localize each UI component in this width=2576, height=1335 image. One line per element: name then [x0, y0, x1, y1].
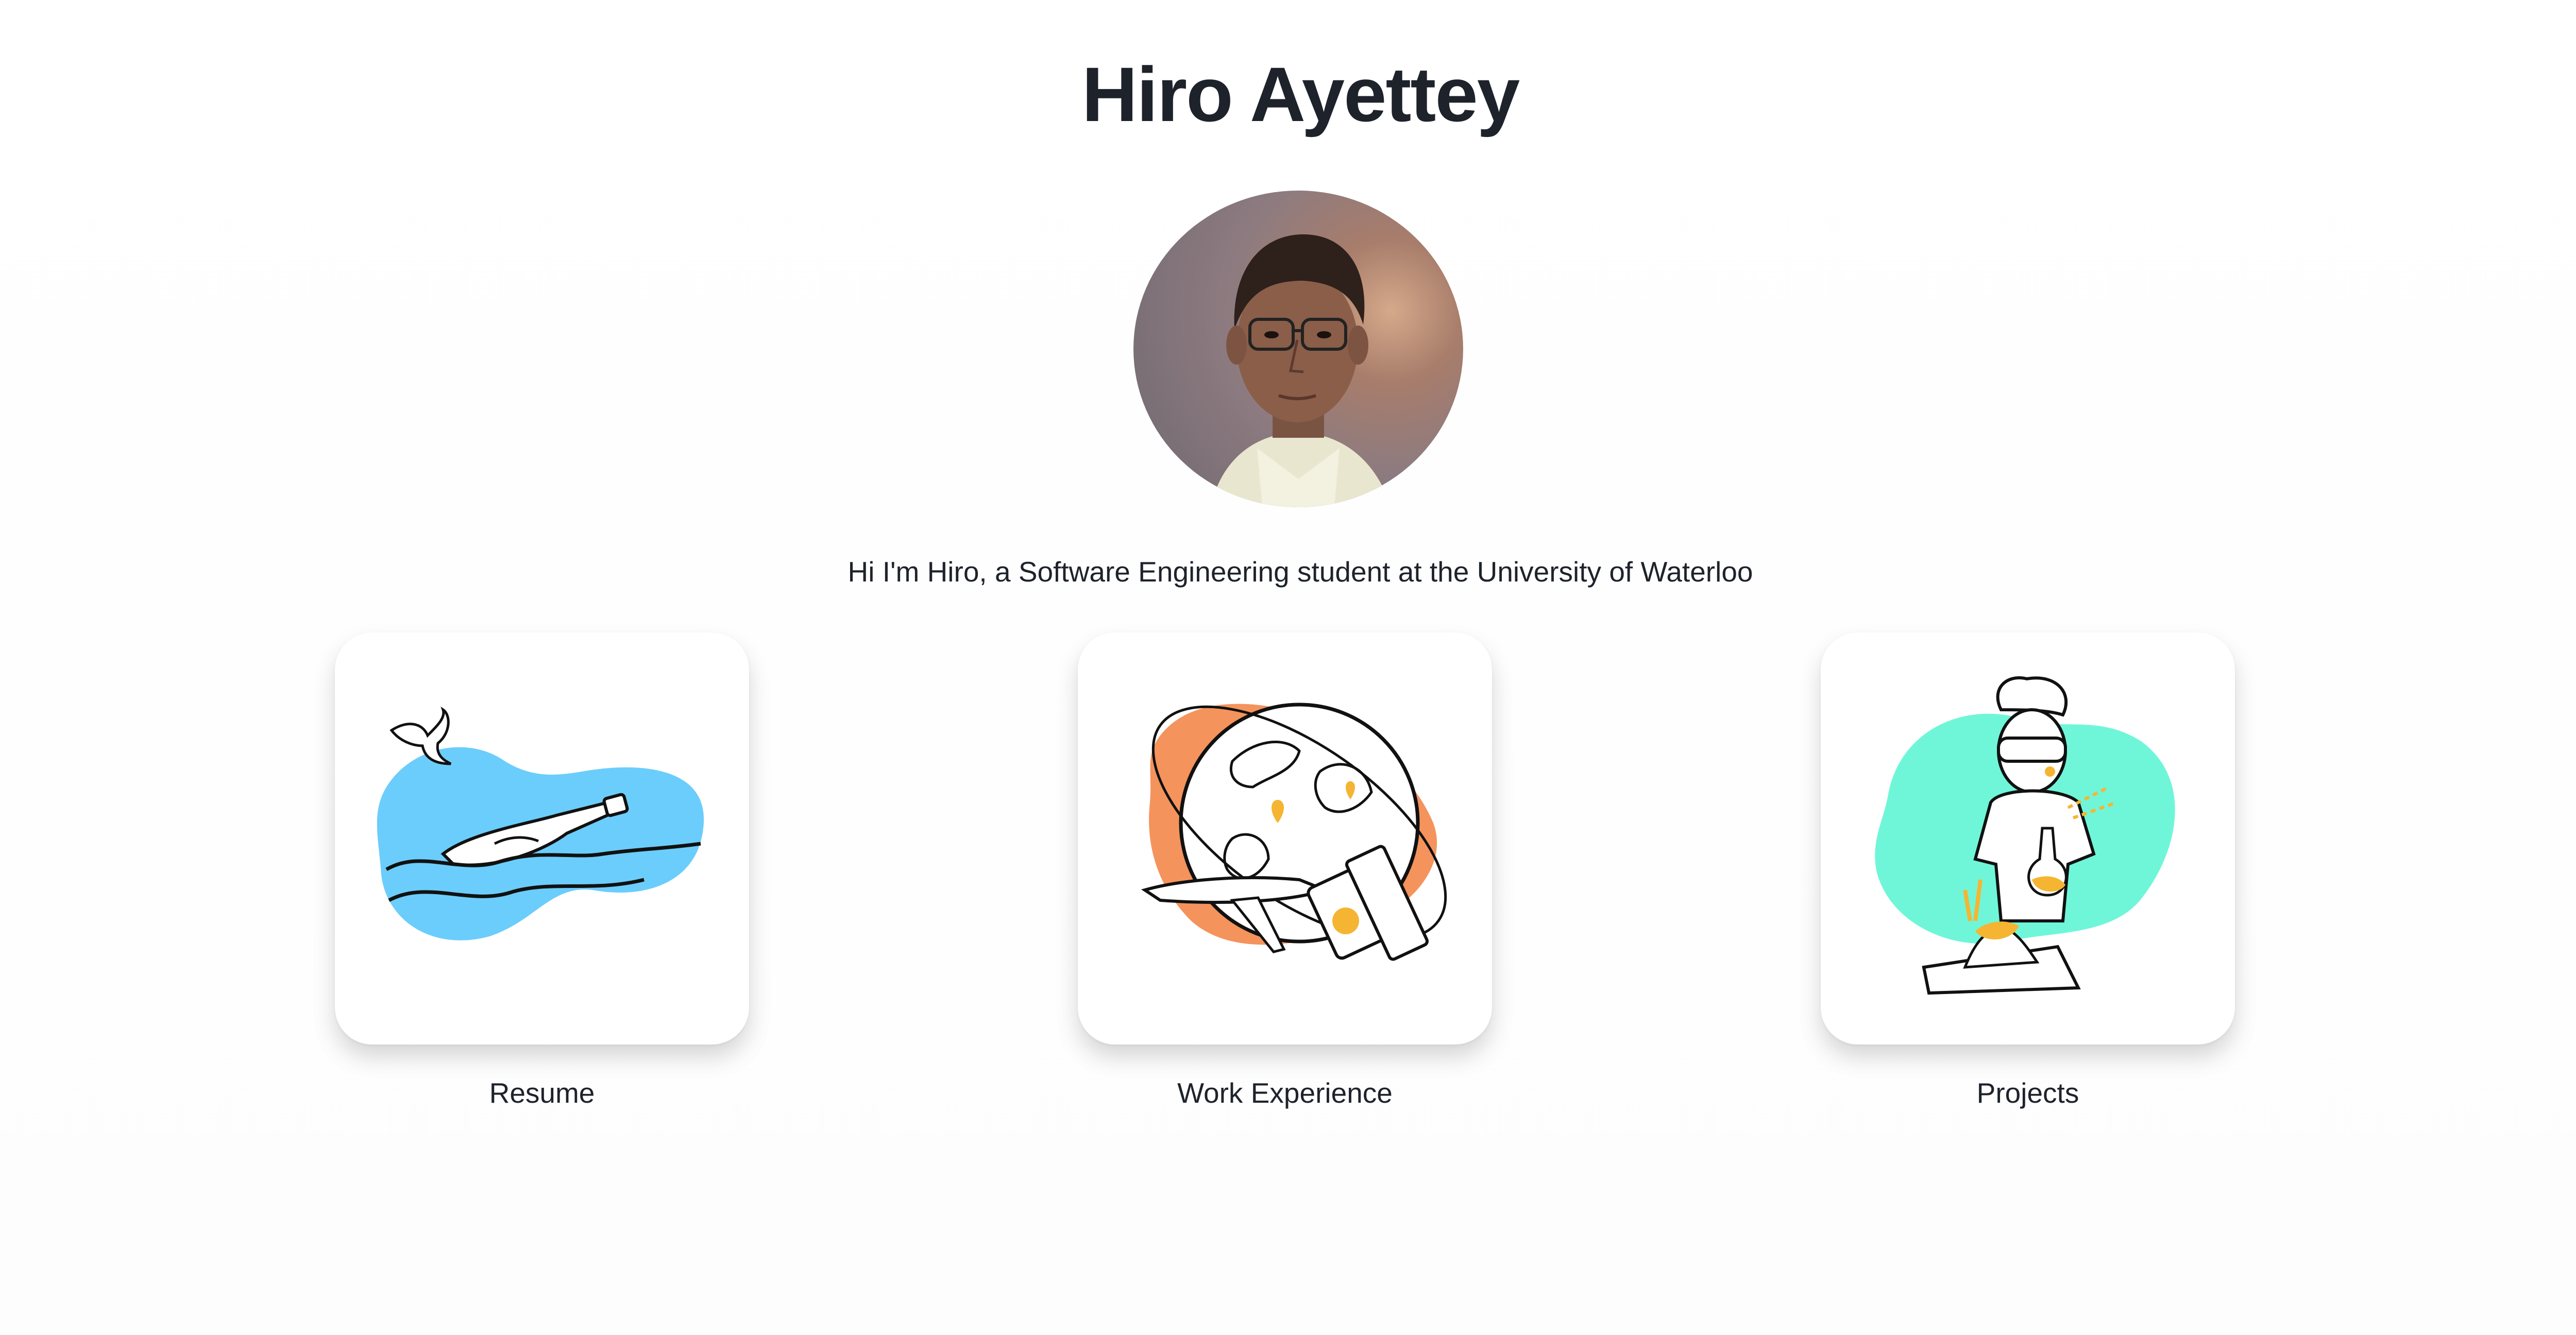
projects-label[interactable]: Projects: [1821, 1072, 2235, 1114]
avatar: [1133, 191, 1463, 507]
avatar-portrait: [1211, 234, 1391, 507]
scientist-icon: [1875, 676, 2175, 995]
page-title: Hiro Ayettey: [1081, 51, 1520, 138]
intro-text: Hi I'm Hiro, a Software Engineering stud…: [848, 556, 1753, 588]
message-in-bottle-icon: [377, 706, 704, 940]
work-experience-card[interactable]: [1078, 632, 1492, 1045]
globe-travel-icon: [1141, 703, 1447, 961]
resume-card[interactable]: [335, 632, 749, 1045]
work-experience-label[interactable]: Work Experience: [1078, 1072, 1492, 1114]
projects-card[interactable]: [1821, 632, 2235, 1045]
resume-label[interactable]: Resume: [335, 1072, 749, 1114]
page: Hiro Ayettey Hi I'm Hiro, a Software Eng…: [0, 0, 2576, 1335]
